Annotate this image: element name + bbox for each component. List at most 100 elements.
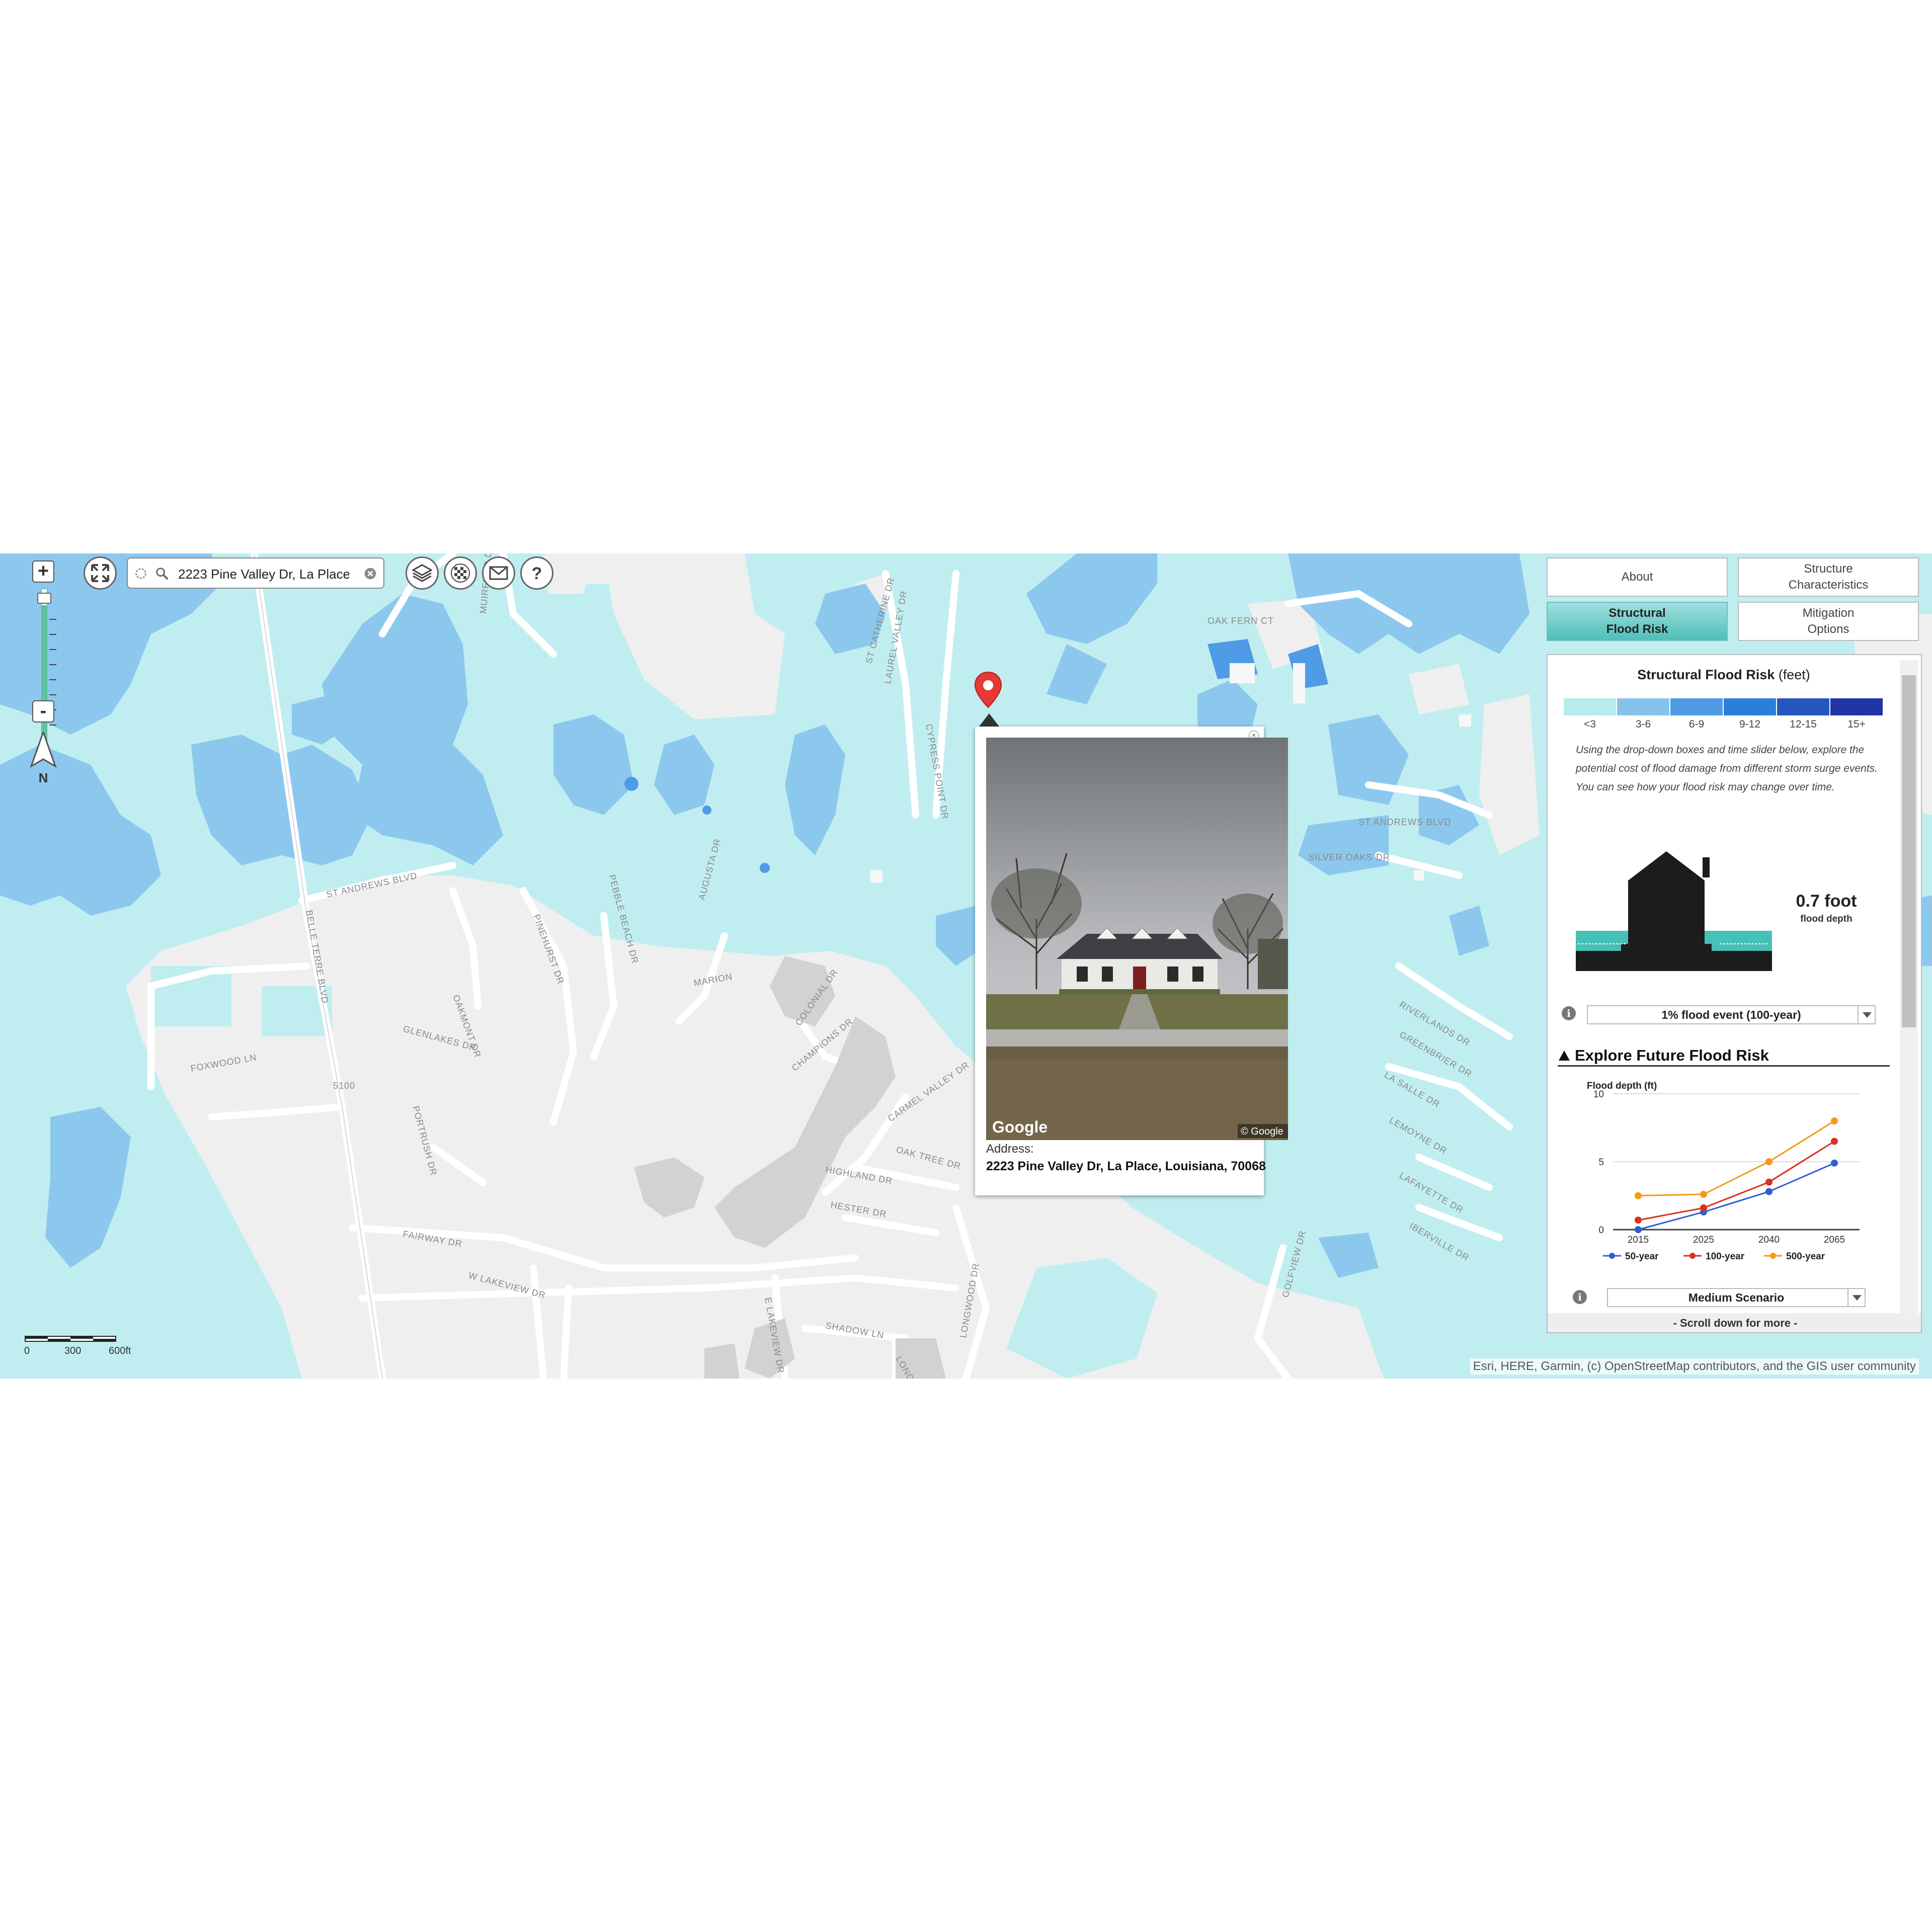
chart-x-tick: 2015 (1628, 1235, 1649, 1245)
zoom-tick (49, 649, 56, 650)
map-app: ST ANDREWS BLVD BELLE TERRE BLVD OAKMONT D… (0, 553, 1932, 1379)
address-label: Address: (986, 1142, 1034, 1156)
legend-label: 50-year (1625, 1251, 1659, 1262)
scale-label: 600ft (109, 1345, 131, 1356)
road-label: OAK FERN CT (1208, 616, 1274, 626)
zoom-slider-handle[interactable] (37, 593, 51, 604)
address-popup: × Google © Google Address: 2223 Pine Val… (975, 727, 1288, 1195)
flood-event-select[interactable]: 1% flood event (100-year) (1587, 1005, 1876, 1024)
chart-point (1765, 1178, 1773, 1186)
svg-text:?: ? (532, 564, 542, 583)
chart-point (1831, 1159, 1838, 1167)
address-search[interactable]: 2223 Pine Valley Dr, La Place, (127, 557, 384, 589)
legend-marker (1689, 1253, 1696, 1259)
legend-label: <3 (1584, 718, 1596, 730)
tab-structure-characteristics[interactable]: Structure Characteristics (1738, 557, 1919, 597)
google-logo: Google (992, 1118, 1048, 1136)
house-flood-diagram (1576, 851, 1772, 971)
north-label: N (39, 770, 48, 785)
chart-x-tick: 2025 (1693, 1235, 1714, 1245)
popup-pointer (979, 713, 999, 727)
photo-copyright: © Google (1241, 1126, 1283, 1137)
legend-label: 15+ (1847, 718, 1866, 730)
info-icon[interactable]: i (1573, 1290, 1587, 1304)
address-value: 2223 Pine Valley Dr, La Place, Louisiana… (986, 1159, 1266, 1173)
north-arrow-icon: N (30, 732, 57, 785)
legend-swatch (1617, 698, 1669, 715)
location-pin-icon[interactable] (973, 671, 1003, 717)
panel-scrollbar[interactable] (1900, 660, 1918, 1329)
help-icon: ? (532, 564, 542, 583)
chart-series-line (1638, 1162, 1835, 1231)
legend-swatch (1670, 698, 1723, 715)
zoom-out-button[interactable]: - (32, 700, 54, 722)
clear-search-icon[interactable] (363, 567, 377, 581)
panel-title-unit: (feet) (1778, 667, 1810, 682)
zoom-tick (49, 664, 56, 665)
flood-event-select-value: 1% flood event (100-year) (1661, 1008, 1801, 1021)
checkerboard-icon (451, 564, 470, 583)
zoom-slider[interactable] (41, 589, 47, 750)
scale-bar: 0 300 600ft (24, 1334, 131, 1356)
mail-icon (489, 566, 508, 580)
chevron-down-icon (1847, 1289, 1865, 1306)
legend-swatch (1777, 698, 1829, 715)
scrollbar-thumb[interactable] (1902, 675, 1916, 1027)
chart-point (1831, 1117, 1838, 1124)
scale-label: 300 (64, 1345, 82, 1356)
chart-point (1700, 1190, 1707, 1198)
layers-icon (412, 564, 432, 582)
chart-series-line (1638, 1120, 1835, 1196)
panel-title: Structural Flood Risk (feet) (1548, 667, 1900, 683)
zoom-tick (49, 694, 56, 695)
email-button[interactable] (482, 556, 515, 590)
road-label: ST ANDREWS BLVD (1358, 817, 1451, 827)
layers-button[interactable] (406, 556, 439, 590)
legend-label: 6-9 (1688, 718, 1705, 730)
legend-label: 500-year (1786, 1251, 1825, 1262)
legend-marker (1770, 1253, 1776, 1259)
legend-swatch (1830, 698, 1883, 715)
legend-label: 12-15 (1790, 718, 1817, 730)
chart-point (1765, 1188, 1773, 1195)
street-view-photo[interactable]: Google © Google (986, 738, 1288, 1140)
full-extent-button[interactable] (84, 556, 117, 590)
tab-mitigation-options[interactable]: Mitigation Options (1738, 602, 1919, 641)
chart-point (1635, 1226, 1642, 1233)
chart-y-tick: 0 (1598, 1225, 1604, 1236)
legend-label: 100-year (1706, 1251, 1745, 1262)
basemap-button[interactable] (444, 556, 477, 590)
chart-point (1635, 1192, 1642, 1199)
legend-swatch (1564, 698, 1616, 715)
scroll-hint[interactable]: - Scroll down for more - (1548, 1313, 1921, 1332)
scenario-select[interactable]: Medium Scenario (1607, 1288, 1866, 1307)
flood-depth-value: 0.7 foot (1796, 892, 1857, 911)
future-risk-heading[interactable]: Explore Future Flood Risk (1558, 1044, 1890, 1067)
zoom-tick (49, 725, 56, 726)
chart-y-tick: 5 (1598, 1157, 1604, 1168)
chart-point (1831, 1138, 1838, 1145)
zoom-in-button[interactable]: + (32, 560, 54, 583)
future-risk-heading-text: Explore Future Flood Risk (1575, 1046, 1769, 1064)
locate-icon[interactable] (134, 567, 148, 581)
tab-about[interactable]: About (1547, 557, 1728, 597)
info-icon[interactable]: i (1562, 1006, 1576, 1020)
road-label: 5100 (333, 1081, 355, 1091)
legend-swatch (1724, 698, 1776, 715)
legend-marker (1609, 1253, 1615, 1259)
zoom-tick (49, 679, 56, 680)
chart-series-line (1638, 1141, 1835, 1221)
chevron-down-icon (1858, 1006, 1875, 1023)
tab-structural-flood-risk[interactable]: Structural Flood Risk (1547, 602, 1728, 641)
chart-x-tick: 2065 (1824, 1235, 1845, 1245)
scenario-select-value: Medium Scenario (1688, 1291, 1785, 1304)
chart-point (1700, 1204, 1707, 1212)
chart-y-tick: 10 (1593, 1089, 1604, 1100)
help-button[interactable]: ? (520, 556, 553, 590)
expand-icon (91, 564, 109, 582)
chart-point (1635, 1217, 1642, 1224)
road-label: SILVER OAKS DR (1308, 852, 1390, 862)
scale-bar-graphic (25, 1336, 116, 1342)
search-input[interactable]: 2223 Pine Valley Dr, La Place, (178, 567, 349, 582)
zoom-tick (49, 634, 56, 635)
